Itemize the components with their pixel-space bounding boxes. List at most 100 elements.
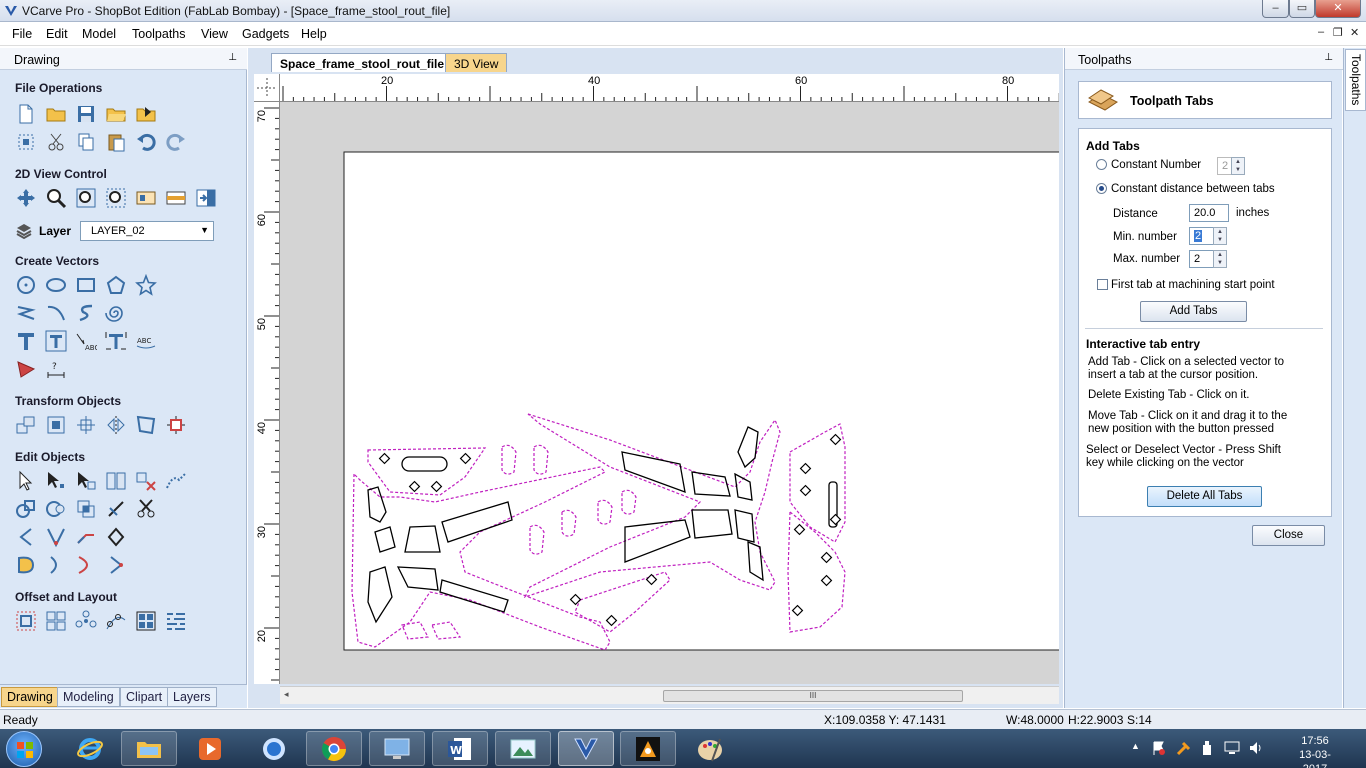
menu-edit[interactable]: Edit [46, 27, 68, 41]
scissors-icon[interactable] [134, 497, 158, 521]
first-tab-checkbox[interactable] [1097, 279, 1108, 291]
menu-file[interactable]: File [12, 27, 32, 41]
smooth-icon[interactable] [14, 553, 38, 577]
copy-icon[interactable] [74, 130, 98, 154]
offset-icon[interactable] [14, 609, 38, 633]
minimize-button[interactable]: ‒ [1262, 0, 1289, 18]
spin-down-icon[interactable]: ▼ [1217, 260, 1223, 266]
menu-view[interactable]: View [201, 27, 228, 41]
close-button[interactable]: Close [1252, 525, 1325, 546]
tab-3d-view[interactable]: 3D View [445, 53, 508, 72]
add-tabs-button[interactable]: Add Tabs [1140, 301, 1247, 322]
extend-icon[interactable] [74, 525, 98, 549]
spin-up-icon[interactable]: ▲ [1217, 252, 1223, 258]
offset-arrow-icon[interactable] [104, 525, 128, 549]
text-icon[interactable] [14, 329, 38, 353]
tab-drawing[interactable]: Drawing [1, 687, 59, 707]
drawing-canvas[interactable] [280, 102, 1059, 684]
undo-icon[interactable] [134, 130, 158, 154]
delete-all-tabs-button[interactable]: Delete All Tabs [1147, 486, 1262, 507]
tangent-icon[interactable] [74, 553, 98, 577]
star-icon[interactable] [134, 273, 158, 297]
open-file-icon[interactable] [44, 102, 68, 126]
taskbar-word[interactable]: W [432, 731, 488, 766]
side-tab-toolpaths[interactable]: Toolpaths [1345, 49, 1366, 111]
distort-icon[interactable] [134, 413, 158, 437]
text-box-icon[interactable] [44, 329, 68, 353]
taskbar-media[interactable] [182, 731, 238, 766]
circle-icon[interactable] [14, 273, 38, 297]
pin-icon[interactable]: ⊥ [228, 52, 237, 63]
maximize-button[interactable]: ▭ [1289, 0, 1315, 18]
node-edit-icon[interactable] [44, 469, 68, 493]
constant-distance-radio[interactable] [1096, 183, 1107, 195]
intersect-icon[interactable] [74, 497, 98, 521]
paste-icon[interactable] [104, 130, 128, 154]
subtract-icon[interactable] [44, 497, 68, 521]
interactive-trim-icon[interactable] [104, 469, 128, 493]
distance-input[interactable]: 20.0 [1189, 204, 1229, 222]
volume-icon[interactable] [1248, 740, 1264, 756]
tab-layers[interactable]: Layers [167, 687, 217, 707]
nesting-icon[interactable] [134, 609, 158, 633]
menu-gadgets[interactable]: Gadgets [242, 27, 289, 41]
scroll-thumb[interactable]: III [663, 690, 963, 702]
tray-tool-icon[interactable] [1176, 740, 1192, 756]
menu-toolpaths[interactable]: Toolpaths [132, 27, 186, 41]
taskbar-photo[interactable] [495, 731, 551, 766]
usb-device-icon[interactable] [1200, 740, 1214, 756]
spiral-icon[interactable] [104, 301, 128, 325]
mirror-icon[interactable] [104, 413, 128, 437]
tab-2d-document[interactable]: Space_frame_stool_rout_file [271, 53, 454, 72]
taskbar-chrome[interactable] [306, 731, 362, 766]
curve-fit-icon[interactable] [104, 553, 128, 577]
network-icon[interactable] [1224, 740, 1240, 756]
max-number-spinner[interactable]: ▲ ▼ [1213, 250, 1227, 268]
cut-icon[interactable] [44, 130, 68, 154]
array-copy-icon[interactable] [44, 609, 68, 633]
scroll-left-arrow[interactable]: ◂ [284, 689, 289, 700]
polygon-icon[interactable] [104, 273, 128, 297]
taskbar-ie[interactable] [62, 731, 118, 766]
constant-number-radio[interactable] [1096, 159, 1107, 171]
pan-icon[interactable] [14, 186, 38, 210]
spin-up-icon[interactable]: ▲ [1235, 159, 1241, 165]
align-icon[interactable] [44, 413, 68, 437]
dimension-icon[interactable] [14, 357, 38, 381]
layer-dropdown[interactable]: LAYER_02 ▼ [80, 221, 214, 241]
text-on-curve-icon[interactable]: ABC [74, 329, 98, 353]
spin-down-icon[interactable]: ▼ [1235, 167, 1241, 173]
taskbar-remote[interactable] [369, 731, 425, 766]
join-icon[interactable] [164, 469, 188, 493]
snap-icon[interactable] [164, 413, 188, 437]
save-icon[interactable] [74, 102, 98, 126]
zoom-extents-icon[interactable] [74, 186, 98, 210]
spin-up-icon[interactable]: ▲ [1217, 229, 1223, 235]
action-center-flag-icon[interactable] [1152, 740, 1166, 756]
view-material-icon[interactable] [134, 186, 158, 210]
import-icon[interactable] [134, 102, 158, 126]
taskbar-game[interactable] [620, 731, 676, 766]
corner-fillet-icon[interactable] [44, 525, 68, 549]
constant-number-spinner[interactable]: ▲ ▼ [1231, 157, 1245, 175]
taskbar-explorer[interactable] [121, 731, 177, 766]
mdi-close-button[interactable]: ✕ [1350, 26, 1359, 39]
curve-icon[interactable] [74, 301, 98, 325]
toggle-panel-icon[interactable] [194, 186, 218, 210]
chevron-left-icon[interactable] [14, 525, 38, 549]
mdi-restore-button[interactable]: ❐ [1333, 26, 1343, 39]
ellipse-icon[interactable] [44, 273, 68, 297]
select-all-icon[interactable] [14, 130, 38, 154]
redo-icon[interactable] [164, 130, 188, 154]
rectangle-icon[interactable] [74, 273, 98, 297]
move-icon[interactable] [14, 413, 38, 437]
weld-icon[interactable] [14, 497, 38, 521]
copy-along-vector-icon[interactable] [104, 609, 128, 633]
select-arrow-icon[interactable] [14, 469, 38, 493]
tray-expand-icon[interactable]: ▲ [1131, 741, 1140, 751]
center-icon[interactable] [74, 413, 98, 437]
menu-model[interactable]: Model [82, 27, 116, 41]
texture-toolpath-icon[interactable] [164, 609, 188, 633]
menu-help[interactable]: Help [301, 27, 327, 41]
spin-down-icon[interactable]: ▼ [1217, 237, 1223, 243]
